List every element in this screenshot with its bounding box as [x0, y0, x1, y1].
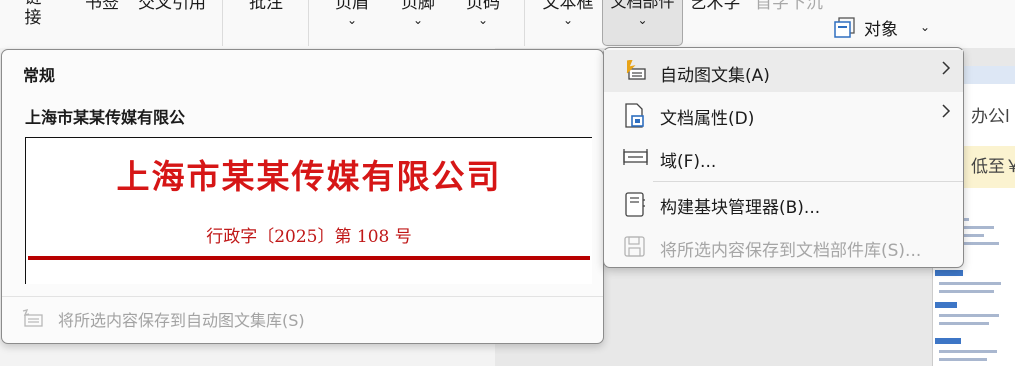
gallery-section-heading: 常规: [23, 66, 56, 85]
link-button[interactable]: 链 接: [18, 0, 48, 40]
wordart-label: 艺术字: [689, 0, 741, 13]
autotext-icon: [623, 59, 647, 84]
preview-document-number: 行政字〔2025〕第 108 号: [206, 227, 412, 247]
autotext-entry-name[interactable]: 上海市某某传媒有限公: [25, 104, 185, 128]
ribbon-insert-tab: 链 接 书签 交叉引用 批注 页眉 ⌄ 页脚 ⌄ 页码 ⌄ 文本框 ⌄ 文档部件…: [0, 0, 1015, 48]
menu-item-building-blocks[interactable]: 构建基块管理器(B)...: [604, 182, 963, 224]
bookmark-label: 书签: [85, 0, 119, 13]
building-blocks-icon: [623, 192, 647, 217]
save-to-gallery-icon: [623, 235, 647, 259]
quick-parts-button[interactable]: 文档部件 ⌄: [602, 0, 683, 46]
preview-title: 上海市某某传媒有限公司: [116, 157, 502, 196]
footer-label: 页脚: [401, 0, 435, 13]
header-button[interactable]: 页眉 ⌄: [330, 0, 374, 40]
menu-item-save-to-gallery[interactable]: 将所选内容保存到文档部件库(S)...: [604, 225, 963, 267]
cross-reference-label: 交叉引用: [138, 0, 206, 13]
quick-parts-menu: 自动图文集(A) 文档属性(D) 域(F)... 构建基块管理器(B)... 将…: [603, 47, 964, 268]
menu-item-field[interactable]: 域(F)...: [604, 136, 963, 178]
menu-item-label: 域(F)...: [660, 152, 717, 172]
drop-cap-button[interactable]: 首字下沉: [752, 0, 826, 40]
chevron-down-icon: ⌄: [412, 13, 424, 27]
preview-red-rule: [28, 256, 590, 260]
link-label: 链 接: [24, 0, 42, 28]
document-property-icon: [623, 103, 647, 128]
footer-button[interactable]: 页脚 ⌄: [396, 0, 440, 40]
menu-item-label: 构建基块管理器(B)...: [660, 198, 821, 218]
side-panel-tab-office[interactable]: 办公l: [963, 102, 1015, 127]
chevron-down-icon: ⌄: [637, 13, 648, 27]
comment-button[interactable]: 批注: [245, 0, 287, 40]
chevron-right-icon: [941, 60, 951, 81]
save-to-autotext-label: 将所选内容保存到自动图文集库(S): [58, 311, 305, 330]
text-box-label: 文本框: [542, 0, 594, 13]
wordart-button[interactable]: 艺术字: [684, 0, 746, 40]
field-icon: [623, 146, 648, 170]
ribbon-divider: [524, 0, 525, 46]
save-to-autotext-icon: [20, 308, 46, 329]
gallery-divider: [2, 296, 603, 297]
comment-label: 批注: [249, 0, 283, 13]
menu-item-label: 将所选内容保存到文档部件库(S)...: [660, 241, 922, 261]
cross-reference-button[interactable]: 交叉引用: [133, 0, 211, 40]
chevron-down-icon: ⌄: [346, 13, 358, 27]
menu-item-document-property[interactable]: 文档属性(D): [604, 93, 963, 135]
chevron-down-icon: ⌄: [562, 13, 574, 27]
ribbon-divider: [308, 0, 309, 46]
header-label: 页眉: [335, 0, 369, 13]
page-number-label: 页码: [466, 0, 500, 13]
autotext-entry-preview[interactable]: 上海市某某传媒有限公司 行政字〔2025〕第 108 号: [25, 137, 592, 284]
chevron-down-icon: ⌄: [920, 20, 931, 34]
menu-item-autotext[interactable]: 自动图文集(A): [604, 50, 963, 92]
bookmark-button[interactable]: 书签: [82, 0, 122, 40]
autotext-gallery: 常规 上海市某某传媒有限公 上海市某某传媒有限公司 行政字〔2025〕第 108…: [1, 49, 604, 344]
save-to-autotext-button[interactable]: 将所选内容保存到自动图文集库(S): [20, 307, 305, 331]
object-icon: [834, 17, 855, 38]
side-panel-tab-bar: [963, 66, 1015, 84]
quick-parts-label: 文档部件: [610, 0, 675, 11]
menu-item-label: 自动图文集(A): [660, 66, 770, 86]
drop-cap-label: 首字下沉: [755, 0, 823, 13]
chevron-down-icon: ⌄: [477, 13, 489, 27]
menu-item-label: 文档属性(D): [660, 109, 755, 129]
object-label: 对象: [864, 19, 898, 40]
page-number-button[interactable]: 页码 ⌄: [461, 0, 505, 40]
text-box-button[interactable]: 文本框 ⌄: [538, 0, 598, 40]
chevron-right-icon: [941, 103, 951, 124]
price-banner[interactable]: 低至￥: [963, 146, 1015, 188]
object-button[interactable]: 对象 ⌄: [834, 14, 930, 40]
ribbon-divider: [222, 0, 223, 46]
